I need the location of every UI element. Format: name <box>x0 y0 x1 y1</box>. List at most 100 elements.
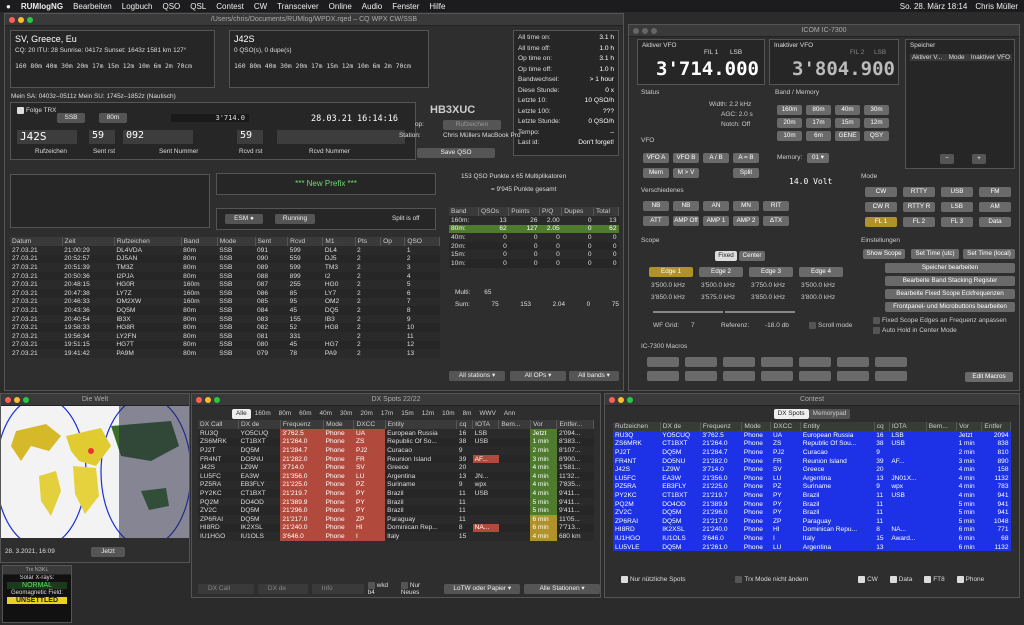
table-row[interactable]: ZV2C DQ5M 21'296.0 Phone PY Brazil 11 5 min 9'41… <box>198 506 594 515</box>
mode-button-1[interactable]: RTTY <box>903 187 935 197</box>
ft8-check[interactable]: FT8 <box>924 576 945 583</box>
table-row[interactable]: 27.03.21 19:51:15 HG7T 80m SSB 080 45 HG7 2 12 <box>10 340 440 350</box>
column-header[interactable]: Band <box>181 237 218 246</box>
tab-40m[interactable]: 40m <box>316 409 336 419</box>
lotw-select[interactable]: LoTW oder Papier ▾ <box>444 584 521 595</box>
column-header[interactable]: Bem... <box>926 422 958 431</box>
rcvd-nr-input[interactable] <box>277 130 405 144</box>
edit-band-stacking-button[interactable]: Bearbeite Band Stacking Register <box>885 276 1015 286</box>
rcvd-rst-input[interactable]: 59 <box>237 130 263 144</box>
minimize-icon[interactable] <box>18 17 24 23</box>
menu-item[interactable]: Transceiver <box>277 2 319 11</box>
edge-button-2[interactable]: Edge 3 <box>749 267 793 277</box>
misc-button-1[interactable]: NB <box>673 201 699 211</box>
info-filter[interactable]: Info <box>311 584 364 595</box>
table-row[interactable]: LU5FC EA3W 21'356.0 Phone LU Argentina 13 JN01X… <box>613 473 1011 483</box>
table-row[interactable]: PY2KC CT1BXT 21'219.7 Phone PY Brazil 11 USB 4 m… <box>613 491 1011 500</box>
wf-grid-slider[interactable] <box>653 311 723 313</box>
band-button-4[interactable]: 20m <box>777 118 802 128</box>
column-header[interactable]: Datum <box>10 237 63 246</box>
menu-item[interactable]: Bearbeiten <box>73 2 112 11</box>
column-header[interactable]: Mode <box>741 422 772 431</box>
running-button[interactable]: Running <box>275 214 315 224</box>
mode-button-5[interactable]: RTTY R <box>903 202 935 212</box>
dx-call-filter[interactable]: DX Call <box>198 584 254 595</box>
clock[interactable]: So. 28. März 18:14 <box>900 2 968 11</box>
column-header[interactable]: DX de <box>660 422 701 431</box>
esm-button[interactable]: ESM ● <box>225 214 263 224</box>
column-header[interactable]: IOTA <box>889 422 927 431</box>
checkbox-icon[interactable] <box>858 576 866 583</box>
mem-button-1[interactable]: M > V <box>673 168 699 178</box>
misc-button-2[interactable]: AN <box>703 201 729 211</box>
folge-trx[interactable]: Folge TRX <box>17 107 56 114</box>
save-qso-button[interactable]: Save QSO <box>417 148 495 158</box>
tab-80m[interactable]: 80m <box>275 409 295 419</box>
menu-item[interactable]: Contest <box>216 2 244 11</box>
freq-field[interactable]: 3'714.0 <box>171 114 249 122</box>
column-header[interactable]: Entity <box>385 420 458 429</box>
table-row[interactable]: LU5VLE DQ5M 21'261.0 Phone LU Argentina 13 6 mi… <box>613 542 1011 552</box>
column-header[interactable]: Rcvd <box>287 237 324 246</box>
table-row[interactable]: 27.03.21 20:48:15 HG0R 160m SSB 087 255 HG0 2 5 <box>10 280 440 289</box>
table-row[interactable]: 27.03.21 20:40:54 IB3X 80m SSB 083 155 IB3 2 9 <box>10 314 440 324</box>
table-row[interactable]: PZ5RA EB3FLY 21'225.0 Phone PZ Suriname 9 wpx 4 … <box>198 480 594 490</box>
tab-10m[interactable]: 10m <box>438 409 458 419</box>
menu-item[interactable]: QSL <box>190 2 206 11</box>
menu-item[interactable]: QSO <box>162 2 180 11</box>
table-row[interactable]: PJ2T DQ5M 21'284.7 Phone PJ2 Curacao 9 2 min 8'1… <box>198 446 594 455</box>
band-button-8[interactable]: 10m <box>777 131 802 141</box>
table-row[interactable]: IU1HGO IU1OLS 3'646.0 Phone I Italy 15 4 min 680… <box>198 532 594 541</box>
table-row[interactable]: HI8RD IK2XSL 21'240.0 Phone HI Dominican Repu… <box>613 525 1011 535</box>
close-icon[interactable] <box>9 17 15 23</box>
mode-button-8[interactable]: FL 1 <box>865 217 897 227</box>
zoom-icon[interactable] <box>27 17 33 23</box>
macro-button[interactable] <box>837 357 869 367</box>
table-row[interactable]: PQ2M DO4OD 21'389.9 Phone PY Brazil 11 5 min 9'4… <box>198 497 594 507</box>
world-map[interactable] <box>1 406 189 538</box>
checkbox-icon[interactable] <box>873 317 880 324</box>
mode-button-6[interactable]: LSB <box>941 202 973 212</box>
vfo-button-2[interactable]: A / B <box>703 153 729 163</box>
column-header[interactable]: QSO <box>404 237 440 246</box>
menu-item[interactable]: Online <box>329 2 352 11</box>
apple-icon[interactable]: ● <box>6 2 11 11</box>
vfo-button-3[interactable]: A = B <box>733 153 759 163</box>
tab-wwv[interactable]: WWV <box>476 409 500 419</box>
bands-filter[interactable]: All bands ▾ <box>569 371 619 381</box>
table-row[interactable]: ZS6MRK CT1BXT 21'264.0 Phone ZS Republic Of S… <box>198 437 594 447</box>
column-header[interactable]: P/Q <box>539 207 563 216</box>
set-time-utc-button[interactable]: Set Time (utc) <box>911 249 959 259</box>
table-row[interactable]: PY2KC CT1BXT 21'219.7 Phone PY Brazil 11 USB 4 m… <box>198 489 594 498</box>
edit-fixed-scope-button[interactable]: Bearbeite Fixed Scope Eckfrequenzen <box>885 289 1015 299</box>
column-header[interactable]: Mode <box>217 237 256 246</box>
edge-button-1[interactable]: Edge 2 <box>699 267 743 277</box>
band-button-11[interactable]: QSY <box>864 131 889 141</box>
tab-8m[interactable]: 8m <box>459 409 476 419</box>
wkd-b4-check[interactable]: wkd b4 <box>367 582 397 596</box>
tab-memorypad[interactable]: Memorypad <box>808 409 851 419</box>
table-row[interactable]: J42S LZ9W 3'714.0 Phone SV Greece 20 4 min 158 <box>613 465 1011 474</box>
table-row[interactable]: 27.03.21 19:56:34 LY2FN 80m SSB 081 331 2 11 <box>10 331 440 341</box>
ops-filter[interactable]: All OPs ▾ <box>510 371 566 381</box>
macro-button[interactable] <box>647 371 679 381</box>
column-header[interactable]: Entfer... <box>556 420 594 429</box>
data-check[interactable]: Data <box>889 576 912 583</box>
macro-button[interactable] <box>685 371 717 381</box>
table-row[interactable]: IU1HGO IU1OLS 3'646.0 Phone I Italy 15 Award...… <box>613 534 1011 543</box>
scroll-mode[interactable]: Scroll mode <box>809 322 852 329</box>
table-row[interactable]: PZ5RA EB3FLY 21'225.0 Phone PZ Suriname 9 wpx 4 … <box>613 482 1011 492</box>
reference-slider[interactable] <box>725 311 795 313</box>
misc-button-4[interactable]: RIT <box>763 201 789 211</box>
edit-memory-button[interactable]: Speicher bearbeiten <box>885 263 1015 273</box>
table-row[interactable]: ZS6MRK CT1BXT 21'264.0 Phone ZS Republic Of S… <box>613 439 1011 449</box>
band-button-10[interactable]: GENE <box>835 131 860 141</box>
scope-fixed-tab[interactable]: Fixed <box>715 251 737 261</box>
edge-button-3[interactable]: Edge 4 <box>799 267 843 277</box>
sent-rst-input[interactable]: 59 <box>89 130 115 144</box>
mode-button-0[interactable]: CW <box>865 187 897 197</box>
vfo-button-0[interactable]: VFO A <box>643 153 669 163</box>
column-header[interactable]: cq <box>456 420 474 429</box>
memo-panel[interactable] <box>10 174 210 228</box>
misc-button-9[interactable]: ΔTX <box>763 216 789 226</box>
